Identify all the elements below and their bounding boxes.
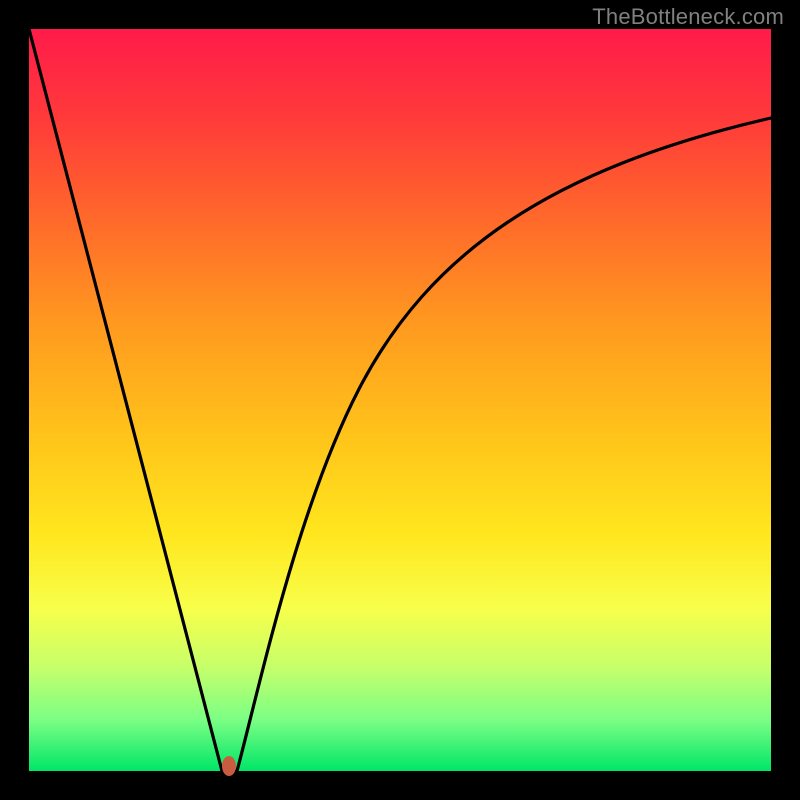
optimum-marker	[222, 756, 236, 776]
watermark-text: TheBottleneck.com	[592, 4, 784, 30]
bottleneck-curve	[29, 29, 771, 771]
curve-path	[29, 29, 771, 771]
chart-stage: TheBottleneck.com	[0, 0, 800, 800]
